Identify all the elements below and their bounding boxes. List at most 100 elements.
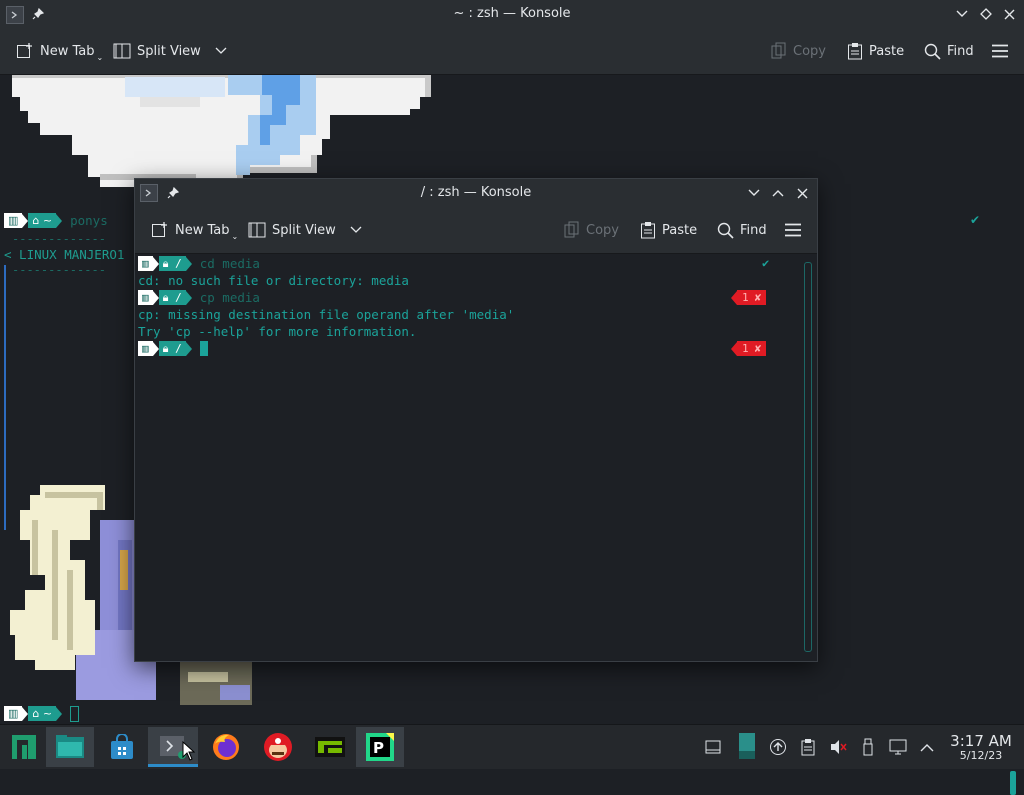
text-cursor [199,341,208,356]
prompt-dir: / [175,342,182,355]
paste-label: Paste [869,43,905,59]
bg-bottom-prompt: ▥ ⌂ ~ [4,705,80,722]
clock-time: 3:17 AM [950,732,1012,750]
window-title: ~ : zsh — Konsole [453,6,571,21]
cow-banner-bottom: ------------- [12,263,106,277]
manjaro-logo-icon: ▥ [4,213,23,228]
bg-command-text: ponys [70,213,108,228]
fg-toolbar: New Tab ⌄ Split View Copy Paste Find [135,207,817,254]
error-x-icon: ✘ [754,291,762,304]
clipboard-icon [801,739,815,756]
dropdown-corner-icon: ⌄ [96,52,104,62]
prompt-home: ~ [42,214,53,227]
copy-icon [771,42,786,59]
cow-banner-text: < LINUX MANJERO1 [4,247,125,262]
split-view-button[interactable]: Split View [113,37,227,65]
search-icon [717,222,734,239]
task-discover-store[interactable] [98,727,146,767]
paste-button[interactable]: Paste [640,216,697,244]
cursor-hollow [70,705,80,722]
find-button[interactable]: Find [717,216,767,244]
lock-icon: 🔒︎ [162,341,169,355]
fg-titlebar[interactable]: / : zsh — Konsole [135,179,817,207]
task-pycharm[interactable]: P [356,727,404,767]
copy-label: Copy [586,222,619,238]
digital-clock[interactable]: 3:17 AM 5/12/23 [946,733,1016,762]
pycharm-icon: P [366,733,394,761]
command-text: cd media [199,256,260,271]
split-view-icon [113,43,131,59]
fg-scrollbar[interactable] [804,262,812,652]
svg-text:P: P [373,739,384,757]
volume-tray-button[interactable] [828,737,848,757]
copy-icon [564,221,579,238]
output-line: Try 'cp --help' for more information. [138,324,417,339]
maximize-button[interactable] [770,185,786,201]
new-tab-label: New Tab [175,222,230,238]
find-button[interactable]: Find [924,37,974,65]
task-konsole[interactable] [148,727,198,767]
output-line: cd: no such file or directory: media [138,273,409,288]
split-view-button[interactable]: Split View [248,216,362,244]
firefox-icon [213,734,239,760]
manjaro-logo-icon: ▥ [138,256,153,271]
minimize-button[interactable] [746,185,762,201]
bg-titlebar[interactable]: ~ : zsh — Konsole [0,0,1024,28]
mario-icon [264,733,292,761]
copy-button[interactable]: Copy [564,216,619,244]
taskbar: P 3:17 AM 5/12/23 [0,724,1024,769]
fg-terminal-area[interactable]: ▥ 🔒︎ / cd media ✔ cd: no such file or di… [135,254,817,661]
task-file-manager[interactable] [46,727,94,767]
show-desktop-tray-button[interactable] [703,737,723,757]
chevron-down-icon [215,47,227,54]
minimize-button[interactable] [954,6,970,22]
find-label: Find [947,43,974,59]
new-tab-label: New Tab [40,43,95,59]
split-view-icon [248,222,266,238]
lock-icon: 🔒︎ [162,256,169,270]
home-icon: ⌂ [32,214,40,227]
new-tab-button[interactable]: New Tab ⌄ [151,216,238,244]
task-nvidia-app[interactable] [306,727,354,767]
copy-button[interactable]: Copy [771,37,826,65]
bg-scrollbar-thumb[interactable] [1010,771,1016,795]
display-icon [739,733,755,759]
success-check-icon: ✔ [970,213,981,227]
manjaro-logo-icon: ▥ [138,341,153,356]
hamburger-menu-button[interactable] [991,43,1009,59]
clipboard-tray-button[interactable] [798,737,818,757]
task-mario-game[interactable] [254,727,302,767]
bg-toolbar: New Tab ⌄ Split View Copy Paste Find [0,28,1024,75]
manjaro-logo-icon: ▥ [138,290,153,305]
copy-label: Copy [793,43,826,59]
manjaro-logo-icon: ▥ [4,706,23,721]
cow-banner-top: ------------- [12,232,106,246]
foreground-konsole-window: / : zsh — Konsole New Tab ⌄ Split View C… [134,178,818,662]
dropdown-corner-icon: ⌄ [231,231,239,241]
updates-tray-button[interactable] [768,737,788,757]
application-launcher-button[interactable] [0,727,48,767]
restore-button[interactable] [978,6,994,22]
new-tab-button[interactable]: New Tab ⌄ [16,37,103,65]
prompt-home: ~ [42,707,53,720]
hamburger-menu-button[interactable] [784,222,802,238]
paste-button[interactable]: Paste [847,37,904,65]
window-icon [705,740,721,754]
network-tray-button[interactable] [888,737,908,757]
error-code: 1 [742,291,749,304]
screen-tray-button[interactable] [737,731,757,761]
close-button[interactable] [794,185,810,201]
close-button[interactable] [1001,6,1017,22]
network-wired-icon [889,739,907,755]
prompt-dir: / [175,291,182,304]
find-label: Find [740,222,767,238]
hamburger-icon [992,44,1008,58]
usb-tray-button[interactable] [858,737,878,757]
mouse-pointer-icon [182,741,196,761]
tray-expand-button[interactable] [917,737,937,757]
output-line: cp: missing destination file operand aft… [138,307,515,322]
bg-prompt-line: ▥ ⌂ ~ ponys [4,213,108,228]
prompt-line-current: ▥ 🔒︎ / [138,341,208,356]
task-firefox[interactable] [202,727,250,767]
search-icon [924,43,941,60]
